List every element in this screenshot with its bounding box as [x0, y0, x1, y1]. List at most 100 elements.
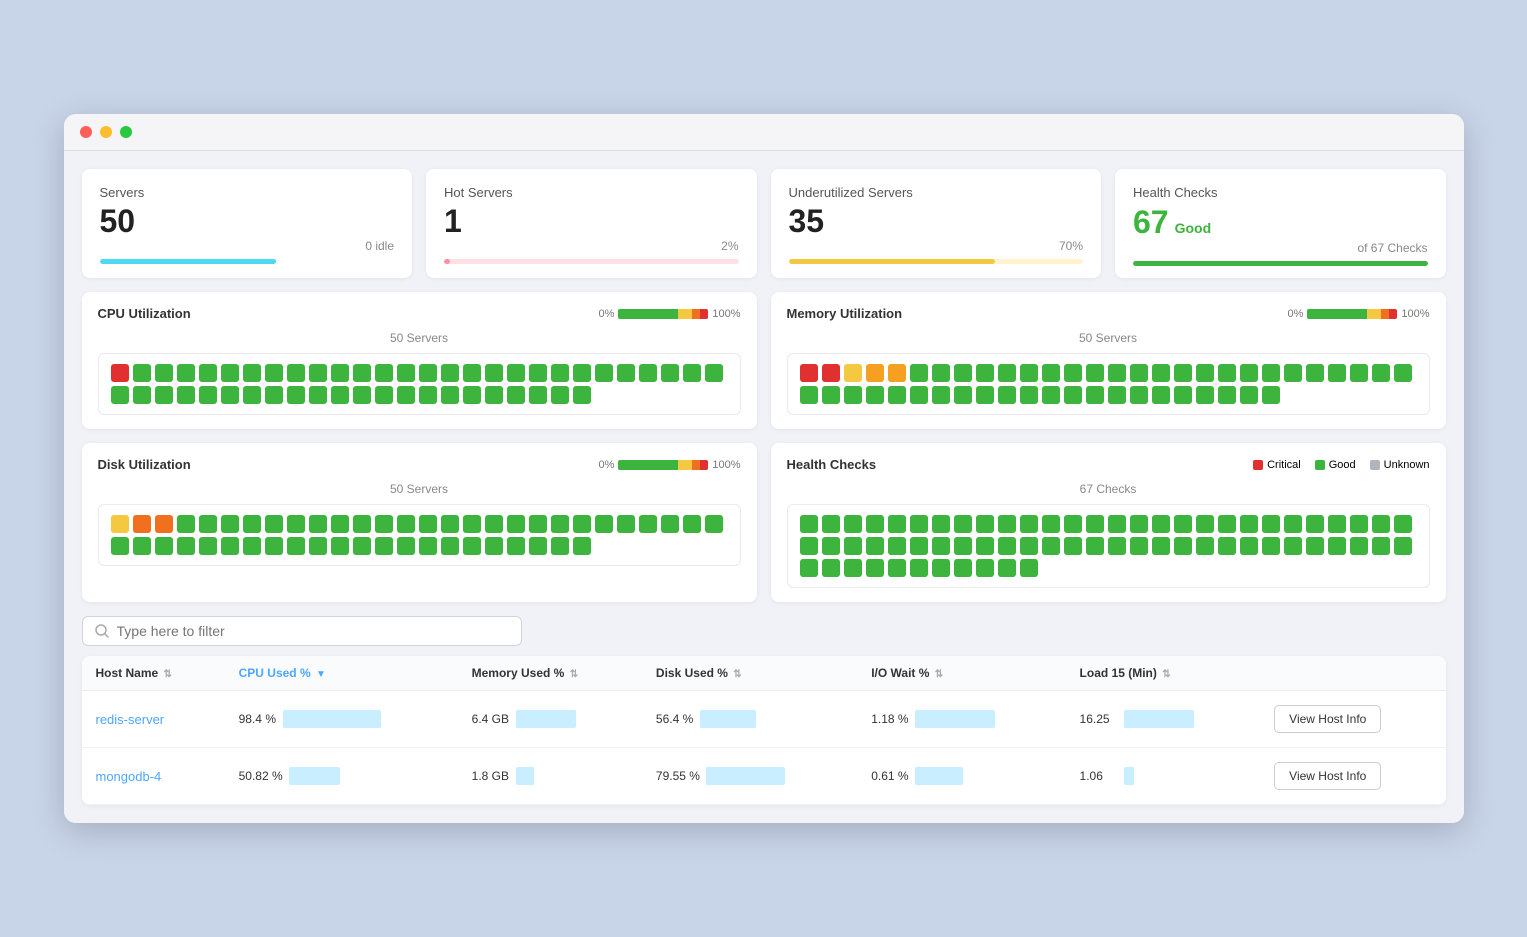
server-square[interactable] [1394, 364, 1412, 382]
server-square[interactable] [463, 364, 481, 382]
server-square[interactable] [199, 537, 217, 555]
server-square[interactable] [888, 515, 906, 533]
server-square[interactable] [111, 515, 129, 533]
col-load15-sort[interactable]: ⇅ [1162, 669, 1170, 680]
server-square[interactable] [1196, 364, 1214, 382]
filter-input[interactable] [117, 623, 509, 639]
server-square[interactable] [1350, 537, 1368, 555]
server-square[interactable] [463, 515, 481, 533]
server-square[interactable] [1262, 515, 1280, 533]
server-square[interactable] [617, 364, 635, 382]
server-square[interactable] [353, 537, 371, 555]
server-square[interactable] [1240, 386, 1258, 404]
server-square[interactable] [1218, 364, 1236, 382]
server-square[interactable] [111, 537, 129, 555]
server-square[interactable] [441, 386, 459, 404]
server-square[interactable] [177, 537, 195, 555]
server-square[interactable] [1174, 515, 1192, 533]
server-square[interactable] [1152, 537, 1170, 555]
server-square[interactable] [800, 386, 818, 404]
server-square[interactable] [177, 386, 195, 404]
server-square[interactable] [1042, 515, 1060, 533]
server-square[interactable] [683, 515, 701, 533]
server-square[interactable] [111, 386, 129, 404]
server-square[interactable] [1218, 537, 1236, 555]
server-square[interactable] [331, 537, 349, 555]
col-cpu-sort[interactable]: ▼ [316, 669, 326, 680]
server-square[interactable] [1328, 364, 1346, 382]
server-square[interactable] [573, 386, 591, 404]
server-square[interactable] [199, 515, 217, 533]
server-square[interactable] [199, 386, 217, 404]
server-square[interactable] [661, 515, 679, 533]
server-square[interactable] [441, 515, 459, 533]
server-square[interactable] [507, 537, 525, 555]
server-square[interactable] [1350, 515, 1368, 533]
server-square[interactable] [866, 537, 884, 555]
server-square[interactable] [463, 537, 481, 555]
server-square[interactable] [155, 515, 173, 533]
server-square[interactable] [1152, 364, 1170, 382]
server-square[interactable] [419, 364, 437, 382]
host-link[interactable]: mongodb-4 [96, 769, 162, 784]
server-square[interactable] [1130, 537, 1148, 555]
server-square[interactable] [485, 537, 503, 555]
server-square[interactable] [1218, 515, 1236, 533]
server-square[interactable] [932, 559, 950, 577]
server-square[interactable] [800, 364, 818, 382]
server-square[interactable] [1064, 364, 1082, 382]
server-square[interactable] [1020, 386, 1038, 404]
server-square[interactable] [866, 386, 884, 404]
server-square[interactable] [551, 515, 569, 533]
server-square[interactable] [1174, 386, 1192, 404]
server-square[interactable] [1284, 515, 1302, 533]
col-io-sort[interactable]: ⇅ [935, 669, 943, 680]
server-square[interactable] [485, 515, 503, 533]
view-host-button[interactable]: View Host Info [1274, 705, 1381, 733]
server-square[interactable] [265, 537, 283, 555]
server-square[interactable] [551, 364, 569, 382]
server-square[interactable] [441, 364, 459, 382]
server-square[interactable] [998, 364, 1016, 382]
server-square[interactable] [1086, 515, 1104, 533]
server-square[interactable] [705, 515, 723, 533]
server-square[interactable] [932, 537, 950, 555]
window-minimize-dot[interactable] [100, 126, 112, 138]
server-square[interactable] [1020, 515, 1038, 533]
server-square[interactable] [485, 386, 503, 404]
server-square[interactable] [353, 386, 371, 404]
server-square[interactable] [243, 515, 261, 533]
server-square[interactable] [1042, 364, 1060, 382]
server-square[interactable] [1020, 364, 1038, 382]
server-square[interactable] [397, 364, 415, 382]
server-square[interactable] [529, 537, 547, 555]
server-square[interactable] [639, 515, 657, 533]
server-square[interactable] [1108, 386, 1126, 404]
server-square[interactable] [954, 537, 972, 555]
col-disk-used[interactable]: Disk Used % ⇅ [642, 656, 857, 691]
server-square[interactable] [800, 559, 818, 577]
server-square[interactable] [1372, 515, 1390, 533]
server-square[interactable] [1284, 364, 1302, 382]
server-square[interactable] [529, 386, 547, 404]
server-square[interactable] [265, 515, 283, 533]
server-square[interactable] [573, 537, 591, 555]
server-square[interactable] [1130, 364, 1148, 382]
server-square[interactable] [866, 364, 884, 382]
server-square[interactable] [822, 386, 840, 404]
server-square[interactable] [419, 515, 437, 533]
server-square[interactable] [287, 364, 305, 382]
server-square[interactable] [1042, 386, 1060, 404]
server-square[interactable] [331, 386, 349, 404]
server-square[interactable] [1328, 537, 1346, 555]
server-square[interactable] [661, 364, 679, 382]
server-square[interactable] [331, 515, 349, 533]
server-square[interactable] [1306, 364, 1324, 382]
server-square[interactable] [1020, 537, 1038, 555]
server-square[interactable] [507, 515, 525, 533]
server-square[interactable] [800, 537, 818, 555]
server-square[interactable] [639, 364, 657, 382]
server-square[interactable] [1394, 537, 1412, 555]
server-square[interactable] [844, 537, 862, 555]
server-square[interactable] [1152, 515, 1170, 533]
